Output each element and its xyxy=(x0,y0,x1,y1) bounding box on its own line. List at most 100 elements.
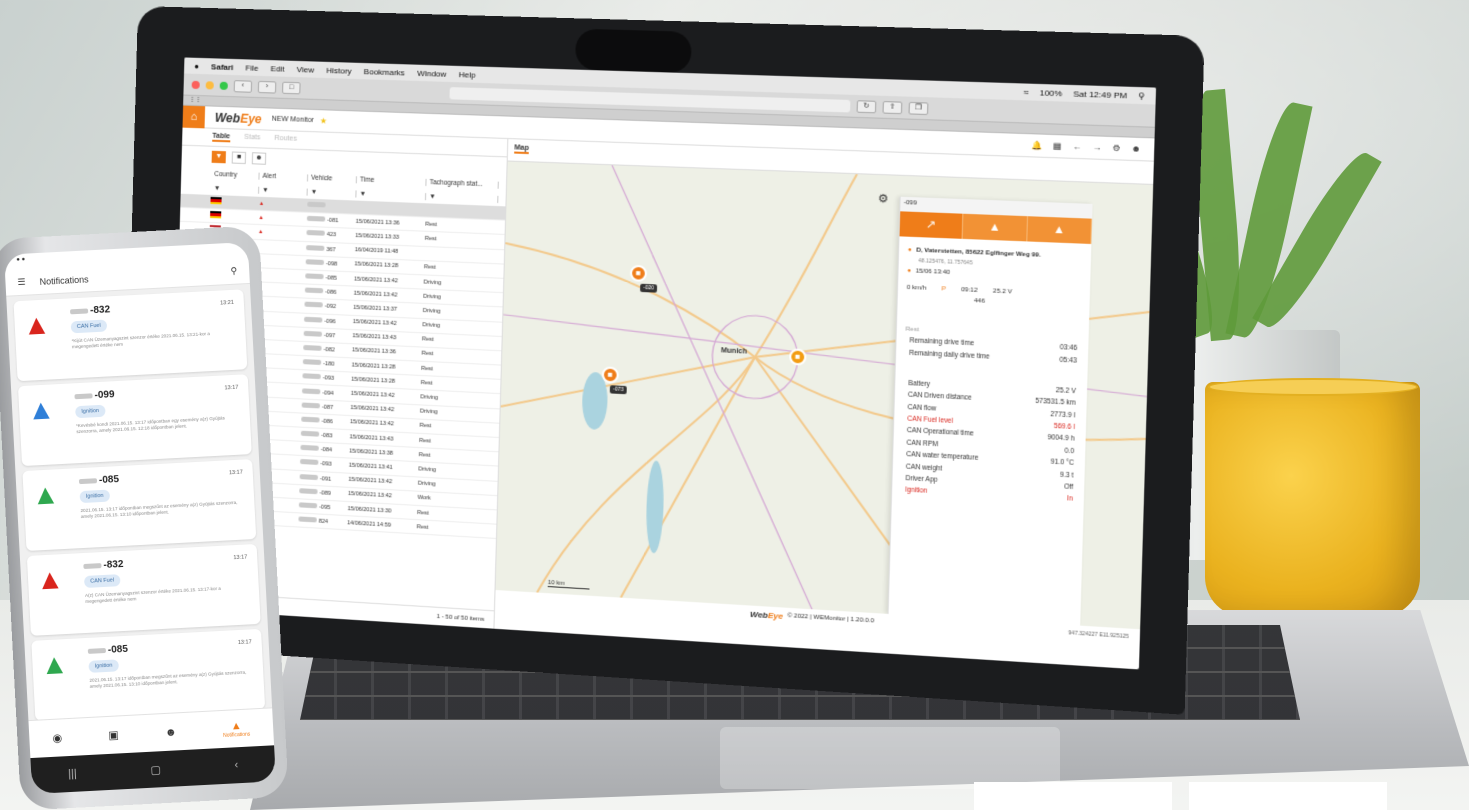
battery-status[interactable]: 100% xyxy=(1039,88,1062,98)
tab-stats[interactable]: Stats xyxy=(244,134,260,144)
card-title: -085 xyxy=(107,643,129,656)
panel-time: 15/06 13:40 xyxy=(915,268,951,277)
menu-file[interactable]: File xyxy=(245,63,258,72)
clock-icon: ● xyxy=(907,268,912,275)
arrow-left-icon[interactable]: ← xyxy=(1072,142,1081,152)
menu-history[interactable]: History xyxy=(326,65,352,75)
nav-map-icon[interactable]: ◉ xyxy=(52,731,62,744)
bell-icon: ▲ xyxy=(35,563,65,596)
sensor-label: CAN Operational time xyxy=(906,427,974,439)
hamburger-menu-icon[interactable]: ☰ xyxy=(17,277,26,288)
col-tachograph-status[interactable]: Tachograph stat... xyxy=(426,178,499,189)
map-settings-icon[interactable]: ⚙ xyxy=(878,192,889,206)
filter-status[interactable]: ▼ xyxy=(425,192,499,203)
smartphone: ● ● ☰ Notifications ⚲ ▲ -832 13:21 CAN F… xyxy=(0,225,289,810)
mug-rim xyxy=(1208,378,1418,396)
notification-card[interactable]: ▲ -832 13:21 CAN Fuel *Kijút CAN Üzemany… xyxy=(13,289,248,382)
home-icon[interactable]: ⌂ xyxy=(182,105,206,128)
close-window-button[interactable] xyxy=(191,80,200,89)
row-vehicle: -089 xyxy=(319,490,331,497)
clock[interactable]: Sat 12:49 PM xyxy=(1073,89,1127,100)
filter-vehicle[interactable]: ▼ xyxy=(307,188,357,198)
row-vehicle: -086 xyxy=(321,418,333,426)
row-vehicle: -087 xyxy=(321,404,334,411)
zoom-window-button[interactable] xyxy=(219,81,228,90)
row-vehicle: -086 xyxy=(325,289,337,297)
col-country[interactable]: Country xyxy=(211,170,260,180)
users-icon[interactable]: ☻ xyxy=(251,152,267,165)
recent-apps-icon[interactable]: ||| xyxy=(68,768,77,780)
row-status: Driving xyxy=(419,408,438,416)
row-time: 15/06/2021 13:28 xyxy=(351,376,396,385)
notification-card[interactable]: ▲ -832 13:17 CAN Fuel A(z) CAN Üzemanyag… xyxy=(26,543,261,636)
forward-button[interactable]: › xyxy=(257,80,277,94)
back-nav-icon[interactable]: ‹ xyxy=(234,759,238,771)
alert-bell-icon[interactable]: 🔔 xyxy=(1031,141,1042,151)
row-vehicle: -085 xyxy=(325,275,337,282)
footer-copyright: © 2022 | WEMonitor | 1.20.0.0 xyxy=(787,612,875,625)
pager-info: 1 - 50 of 50 items xyxy=(436,613,485,623)
col-time[interactable]: Time xyxy=(356,175,427,186)
grid-icon[interactable]: ▦ xyxy=(1053,141,1062,151)
sensor-label: CAN RPM xyxy=(906,439,939,449)
sidebar-toggle-button[interactable]: □ xyxy=(282,81,301,94)
menu-safari[interactable]: Safari xyxy=(211,62,234,72)
row-vehicle: -093 xyxy=(322,375,335,383)
card-chip: Ignition xyxy=(88,659,119,673)
row-time: 16/04/2019 11:48 xyxy=(354,247,399,256)
apple-icon[interactable]: ● xyxy=(194,61,199,70)
row-status: Rest xyxy=(421,351,434,358)
settings-icon[interactable]: ⚙ xyxy=(1112,143,1120,153)
menu-help[interactable]: Help xyxy=(459,70,476,80)
save-icon[interactable]: ■ xyxy=(231,151,247,165)
share-icon[interactable]: ⇧ xyxy=(882,100,903,114)
alert-bell-icon: ▲ xyxy=(258,214,264,221)
row-vehicle: -081 xyxy=(327,217,339,225)
favorite-star-icon[interactable]: ★ xyxy=(320,116,328,125)
minimize-window-button[interactable] xyxy=(205,80,214,90)
alerts-tab-icon[interactable]: ▲ xyxy=(963,213,1028,242)
filter-time[interactable]: ▼ xyxy=(356,189,427,200)
nav-notifications[interactable]: ▲ Notifications xyxy=(222,719,251,738)
sensor-label: Ignition xyxy=(905,486,928,496)
row-status: Driving xyxy=(423,279,442,286)
menu-view[interactable]: View xyxy=(297,64,315,74)
filter-icon[interactable]: ▼ xyxy=(211,150,226,164)
notification-card[interactable]: ▲ -085 13:17 Ignition 2021.06.15. 13:17 … xyxy=(22,459,257,551)
menu-edit[interactable]: Edit xyxy=(270,64,284,74)
row-vehicle: -097 xyxy=(323,332,336,340)
nav-vehicles-icon[interactable]: ▣ xyxy=(108,728,119,742)
notifications-tab-icon[interactable]: ▲ xyxy=(1026,216,1093,244)
col-alert[interactable]: Alert xyxy=(259,172,309,182)
menu-window[interactable]: Window xyxy=(417,68,447,78)
phone-search-icon[interactable]: ⚲ xyxy=(230,266,237,277)
reload-icon[interactable]: ↻ xyxy=(856,99,877,113)
tab-table[interactable]: Table xyxy=(212,132,231,143)
tabs-icon[interactable]: ❐ xyxy=(908,101,929,115)
back-button[interactable]: ‹ xyxy=(233,79,253,93)
tab-routes[interactable]: Routes xyxy=(274,135,297,145)
alert-bell-icon: ▲ xyxy=(258,200,265,207)
arrow-right-icon[interactable]: → xyxy=(1092,143,1101,153)
filter-alert[interactable]: ▼ xyxy=(259,186,308,196)
row-time: 15/06/2021 13:42 xyxy=(349,419,394,428)
card-title: -085 xyxy=(98,474,120,487)
card-title: -832 xyxy=(103,558,124,571)
user-avatar-icon[interactable]: ☻ xyxy=(1131,144,1141,154)
row-time: 15/06/2021 13:42 xyxy=(347,491,392,500)
chart-tab-icon[interactable]: ↗ xyxy=(899,211,964,239)
notification-card[interactable]: ▲ -085 13:17 Ignition 2021.06.15. 13:17 … xyxy=(31,628,266,721)
yellow-mug xyxy=(1205,382,1420,617)
row-time: 15/06/2021 13:37 xyxy=(353,304,398,313)
tab-map[interactable]: Map xyxy=(514,144,529,155)
home-button-icon[interactable]: ▢ xyxy=(150,763,161,777)
wifi-icon[interactable]: ≈ xyxy=(1024,87,1029,97)
col-vehicle[interactable]: Vehicle xyxy=(307,173,357,183)
bell-icon: ▲ xyxy=(39,647,70,681)
notification-card[interactable]: ▲ -099 13:17 Ignition *Kevésbé kondi 202… xyxy=(17,374,252,467)
row-status: Rest xyxy=(424,235,437,243)
menu-bookmarks[interactable]: Bookmarks xyxy=(364,67,405,77)
filter-country[interactable]: ▼ xyxy=(210,184,260,194)
nav-drivers-icon[interactable]: ☻ xyxy=(165,726,177,739)
search-icon[interactable]: ⚲ xyxy=(1138,91,1145,101)
